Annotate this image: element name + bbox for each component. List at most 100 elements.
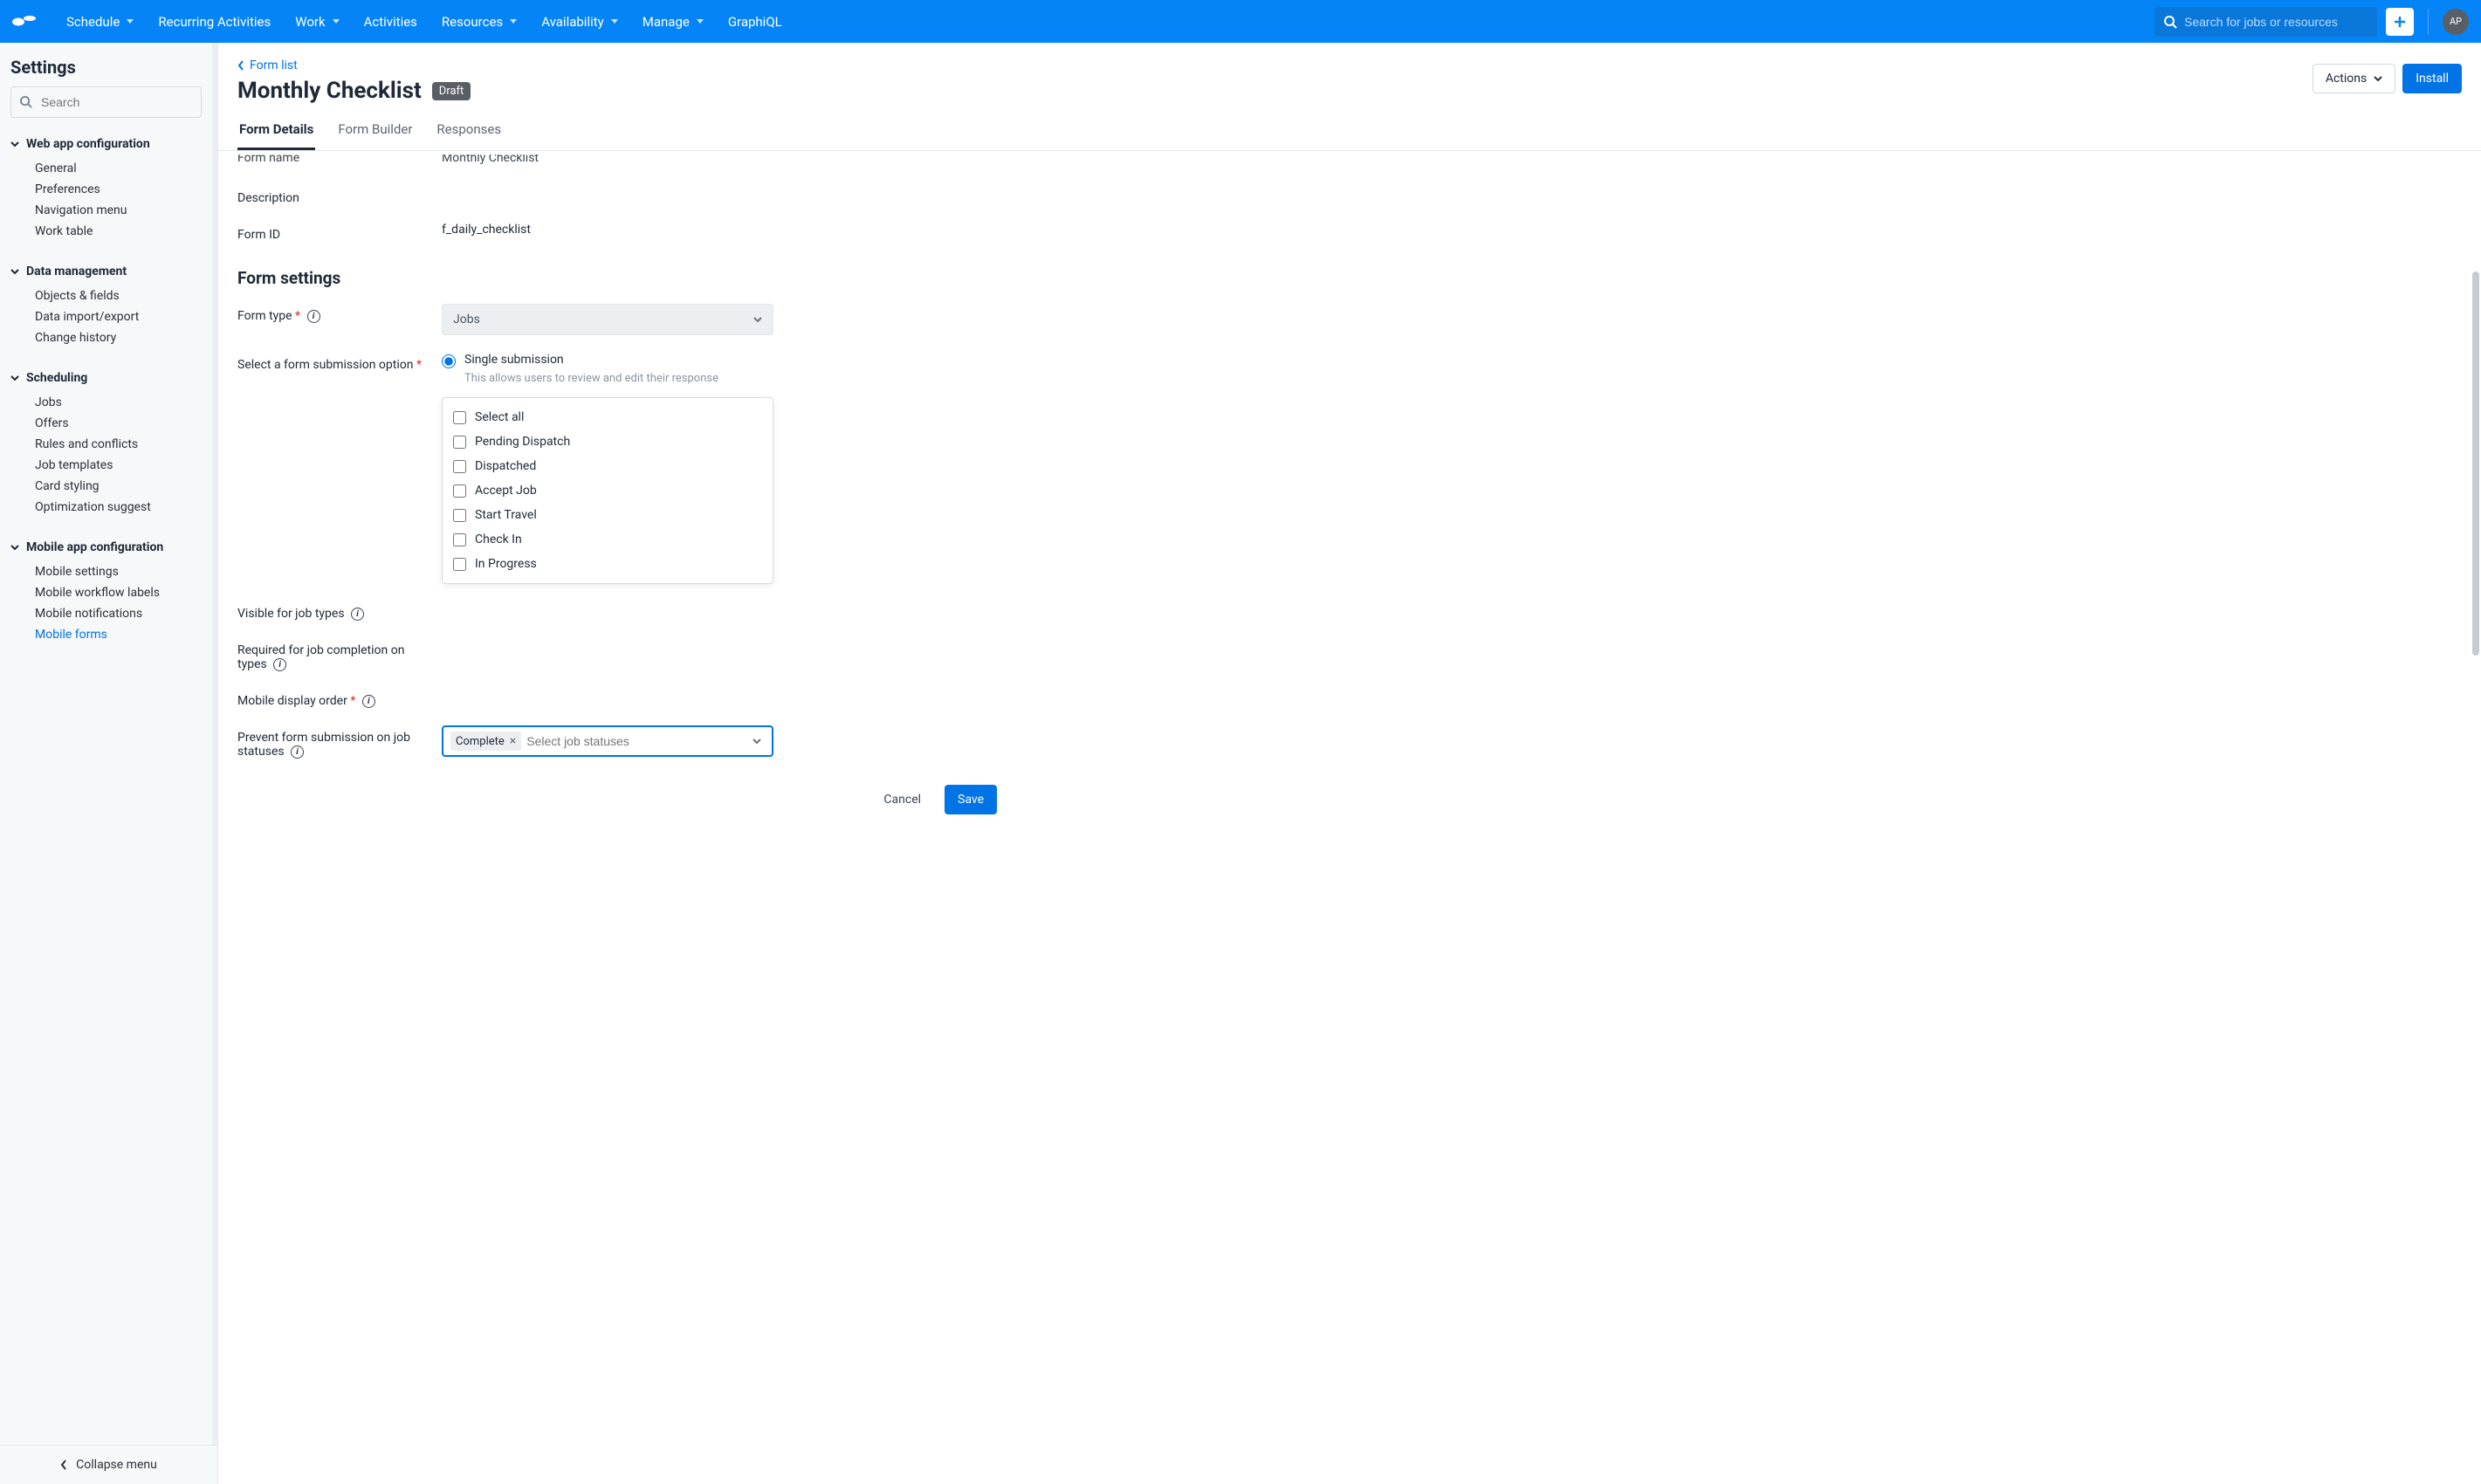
form-type-select[interactable]: Jobs (442, 304, 773, 335)
info-icon[interactable]: i (273, 658, 286, 671)
info-icon[interactable]: i (362, 695, 375, 708)
vertical-scrollbar[interactable] (2472, 202, 2479, 690)
sidebar-group-data-management[interactable]: Data management (10, 261, 202, 282)
sidebar-item-navigation-menu[interactable]: Navigation menu (35, 200, 202, 221)
chevron-left-icon (237, 60, 244, 71)
form-name-label: Form name (237, 155, 424, 165)
divider (2428, 9, 2429, 35)
sidebar-group-mobile-app-configuration[interactable]: Mobile app configuration (10, 537, 202, 558)
actions-menu-button[interactable]: Actions (2313, 64, 2395, 93)
cancel-button[interactable]: Cancel (870, 785, 934, 814)
status-option-pending-dispatch[interactable]: Pending Dispatch (453, 429, 762, 454)
info-icon[interactable]: i (307, 310, 320, 323)
install-button[interactable]: Install (2402, 64, 2462, 93)
multiselect-input[interactable] (526, 734, 765, 748)
sidebar-item-mobile-notifications[interactable]: Mobile notifications (35, 603, 202, 624)
status-chip: Complete × (450, 732, 521, 751)
chevron-down-icon (2374, 76, 2382, 81)
sidebar-search[interactable] (10, 86, 202, 118)
job-status-multiselect[interactable]: Complete × (442, 725, 773, 757)
top-navigation: ScheduleRecurring ActivitiesWorkActiviti… (0, 0, 2481, 43)
sidebar-item-rules-and-conflicts[interactable]: Rules and conflicts (35, 434, 202, 455)
remove-chip-icon[interactable]: × (510, 734, 516, 748)
save-button[interactable]: Save (945, 785, 997, 814)
visible-job-types-label: Visible for job types i (237, 601, 424, 621)
form-id-value: f_daily_checklist (442, 223, 773, 237)
sidebar-search-input[interactable] (10, 86, 202, 118)
tab-form-builder[interactable]: Form Builder (336, 113, 414, 150)
radio-input[interactable] (442, 354, 456, 368)
sidebar-item-offers[interactable]: Offers (35, 413, 202, 434)
chevron-down-icon (753, 317, 762, 322)
status-option-dispatched[interactable]: Dispatched (453, 454, 762, 478)
global-search-input[interactable] (2184, 15, 2368, 29)
checkbox-input[interactable] (453, 411, 466, 424)
chevron-down-icon (753, 739, 761, 744)
settings-sidebar: Settings Web app configurationGeneralPre… (0, 43, 218, 1484)
sidebar-item-general[interactable]: General (35, 158, 202, 179)
checkbox-input[interactable] (453, 460, 466, 473)
description-label: Description (237, 186, 424, 205)
chevron-down-icon (127, 19, 134, 24)
checkbox-input[interactable] (453, 509, 466, 522)
nav-item-manage[interactable]: Manage (630, 14, 716, 30)
nav-item-schedule[interactable]: Schedule (54, 14, 146, 30)
sidebar-group-web-app-configuration[interactable]: Web app configuration (10, 134, 202, 155)
user-avatar[interactable]: AP (2443, 9, 2469, 35)
chevron-down-icon (697, 19, 704, 24)
submission-option-label: Select a form submission option * (237, 353, 424, 372)
sidebar-item-preferences[interactable]: Preferences (35, 179, 202, 200)
sidebar-item-mobile-settings[interactable]: Mobile settings (35, 561, 202, 582)
nav-item-resources[interactable]: Resources (430, 14, 529, 30)
checkbox-input[interactable] (453, 484, 466, 498)
back-to-form-list[interactable]: Form list (237, 58, 471, 72)
sidebar-item-mobile-workflow-labels[interactable]: Mobile workflow labels (35, 582, 202, 603)
tab-form-details[interactable]: Form Details (237, 113, 315, 150)
collapse-menu-button[interactable]: Collapse menu (0, 1445, 217, 1484)
nav-item-recurring-activities[interactable]: Recurring Activities (146, 14, 283, 30)
sidebar-item-change-history[interactable]: Change history (35, 327, 202, 348)
content-area: Form list Monthly Checklist Draft Action… (218, 43, 2481, 1484)
form-id-label: Form ID (237, 223, 424, 242)
add-button[interactable] (2386, 8, 2414, 36)
scrollbar-thumb[interactable] (2472, 271, 2479, 656)
chevron-down-icon (333, 19, 340, 24)
chevron-down-icon (611, 19, 618, 24)
status-option-accept-job[interactable]: Accept Job (453, 478, 762, 503)
page-title: Monthly Checklist (237, 78, 422, 104)
nav-item-availability[interactable]: Availability (529, 14, 630, 30)
sidebar-item-optimization-suggest[interactable]: Optimization suggest (35, 497, 202, 518)
chevron-down-icon (10, 141, 19, 147)
submission-help-text: This allows users to review and edit the… (464, 372, 773, 385)
status-badge: Draft (432, 82, 471, 100)
status-option-in-progress[interactable]: In Progress (453, 552, 762, 576)
info-icon[interactable]: i (351, 608, 364, 621)
sidebar-item-card-styling[interactable]: Card styling (35, 476, 202, 497)
status-option-select-all[interactable]: Select all (453, 405, 762, 429)
checkbox-input[interactable] (453, 558, 466, 571)
nav-item-graphiql[interactable]: GraphiQL (716, 14, 794, 30)
status-option-start-travel[interactable]: Start Travel (453, 503, 762, 527)
chevron-left-icon (60, 1460, 67, 1470)
checkbox-input[interactable] (453, 533, 466, 546)
sidebar-item-jobs[interactable]: Jobs (35, 392, 202, 413)
info-icon[interactable]: i (291, 745, 304, 759)
nav-item-activities[interactable]: Activities (352, 14, 430, 30)
nav-item-work[interactable]: Work (283, 14, 351, 30)
checkbox-input[interactable] (453, 436, 466, 449)
search-icon (19, 95, 32, 108)
sidebar-item-data-import/export[interactable]: Data import/export (35, 306, 202, 327)
sidebar-group-scheduling[interactable]: Scheduling (10, 368, 202, 388)
sidebar-item-work-table[interactable]: Work table (35, 221, 202, 242)
prevent-submission-label: Prevent form submission on job statuses … (237, 725, 424, 759)
chevron-down-icon (10, 375, 19, 381)
sidebar-item-objects-&-fields[interactable]: Objects & fields (35, 285, 202, 306)
mobile-display-order-label: Mobile display order * i (237, 689, 424, 708)
sidebar-item-mobile-forms[interactable]: Mobile forms (35, 624, 202, 645)
status-option-check-in[interactable]: Check In (453, 527, 762, 552)
sidebar-item-job-templates[interactable]: Job templates (35, 455, 202, 476)
single-submission-radio[interactable]: Single submission (442, 353, 773, 368)
tab-responses[interactable]: Responses (435, 113, 503, 150)
global-search[interactable] (2155, 7, 2377, 37)
chevron-down-icon (10, 545, 19, 550)
